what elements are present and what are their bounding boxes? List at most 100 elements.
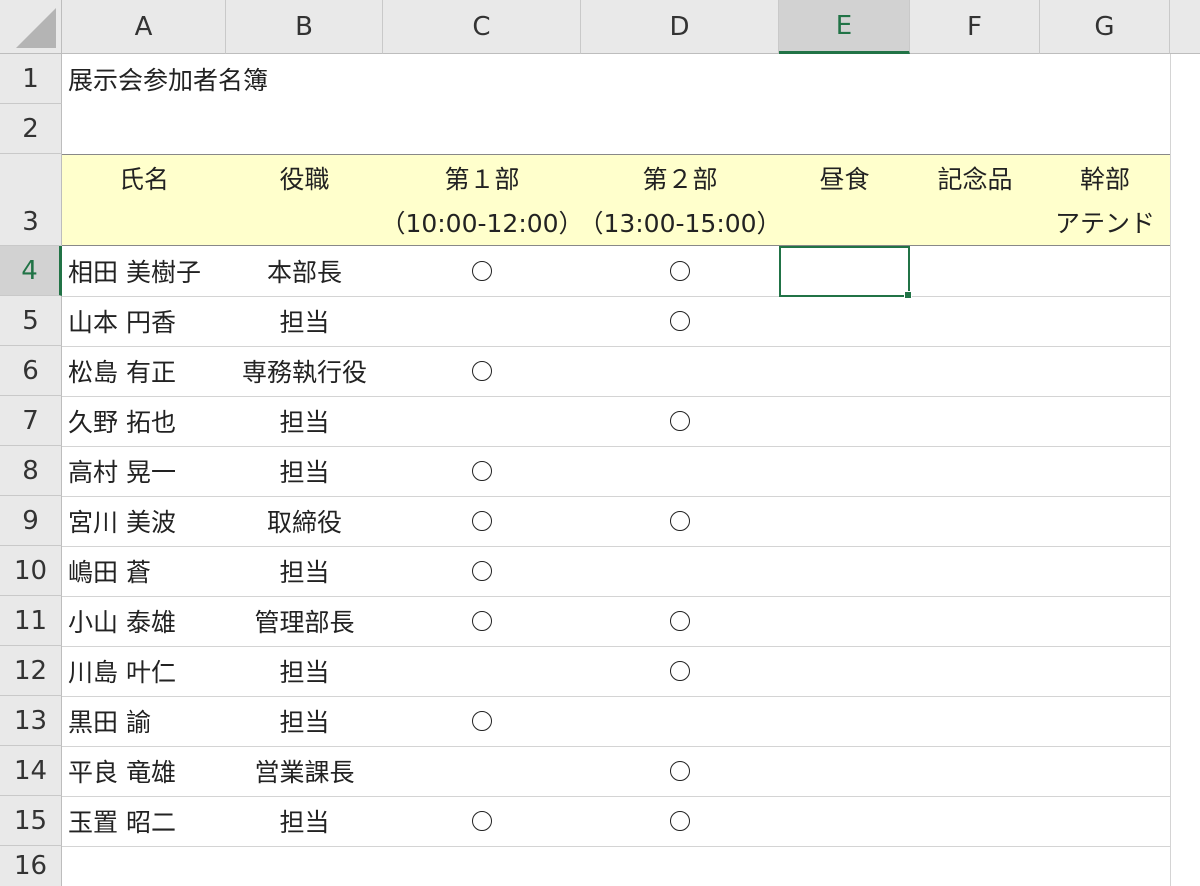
spreadsheet: A B C D E F G 1 2 3 4 5 6 7 8 9 10 11 12…: [0, 0, 1200, 886]
attendance-circle-icon: [670, 261, 690, 281]
cell-position[interactable]: 本部長: [226, 246, 383, 296]
column-header-c[interactable]: C: [383, 0, 581, 54]
cell-position[interactable]: 担当: [226, 696, 383, 746]
cell-session1[interactable]: [383, 396, 581, 446]
row-header-7[interactable]: 7: [0, 396, 62, 446]
cell-session2[interactable]: [581, 646, 779, 696]
cell-session1[interactable]: [383, 596, 581, 646]
cell-name[interactable]: 相田 美樹子: [62, 246, 226, 296]
row-header-14[interactable]: 14: [0, 746, 62, 796]
cell-session1[interactable]: [383, 796, 581, 846]
row-header-11[interactable]: 11: [0, 596, 62, 646]
header-gift-label: 記念品: [937, 165, 1013, 194]
cell-name[interactable]: 黒田 諭: [62, 696, 226, 746]
header-session1[interactable]: 第１部 （10:00-12:00）: [380, 154, 584, 246]
row-header-5[interactable]: 5: [0, 296, 62, 346]
attendance-circle-icon: [472, 461, 492, 481]
attendance-circle-icon: [670, 411, 690, 431]
cell-name[interactable]: 平良 竜雄: [62, 746, 226, 796]
cell-session1[interactable]: [383, 296, 581, 346]
cell-name[interactable]: 久野 拓也: [62, 396, 226, 446]
attendance-circle-icon: [670, 761, 690, 781]
header-gift[interactable]: 記念品: [910, 154, 1040, 246]
header-exec-line1: 幹部: [1079, 165, 1130, 194]
select-all-triangle-icon: [16, 8, 56, 48]
column-header-b[interactable]: B: [226, 0, 383, 54]
cell-session2[interactable]: [581, 546, 779, 596]
cell-session2[interactable]: [581, 696, 779, 746]
row-header-3[interactable]: 3: [0, 154, 62, 246]
cell-session2[interactable]: [581, 746, 779, 796]
cell-session1[interactable]: [383, 346, 581, 396]
row-header-8[interactable]: 8: [0, 446, 62, 496]
cell-name[interactable]: 山本 円香: [62, 296, 226, 346]
attendance-circle-icon: [670, 311, 690, 331]
attendance-circle-icon: [472, 561, 492, 581]
cell-session1[interactable]: [383, 246, 581, 296]
column-header-g[interactable]: G: [1040, 0, 1170, 54]
header-session1-line2: （10:00-12:00）: [380, 209, 584, 238]
header-lunch-label: 昼食: [819, 165, 870, 194]
cell-name[interactable]: 嶋田 蒼: [62, 546, 226, 596]
attendance-circle-icon: [472, 711, 492, 731]
attendance-circle-icon: [472, 261, 492, 281]
header-exec[interactable]: 幹部 アテンド: [1040, 154, 1170, 246]
column-header-a[interactable]: A: [62, 0, 226, 54]
cell-session1[interactable]: [383, 696, 581, 746]
row-header-4[interactable]: 4: [0, 246, 62, 296]
attendance-circle-icon: [670, 661, 690, 681]
selected-cell-e4[interactable]: [779, 246, 912, 299]
row-header-9[interactable]: 9: [0, 496, 62, 546]
header-exec-line2: アテンド: [1054, 209, 1155, 238]
row-header-1[interactable]: 1: [0, 54, 62, 104]
cell-session1[interactable]: [383, 646, 581, 696]
cell-position[interactable]: 担当: [226, 446, 383, 496]
header-position[interactable]: 役職: [226, 154, 383, 246]
row-header-10[interactable]: 10: [0, 546, 62, 596]
cell-session2[interactable]: [581, 796, 779, 846]
row-header-2[interactable]: 2: [0, 104, 62, 154]
header-name[interactable]: 氏名: [62, 154, 226, 246]
cell-session1[interactable]: [383, 746, 581, 796]
cell-session2[interactable]: [581, 346, 779, 396]
cell-name[interactable]: 宮川 美波: [62, 496, 226, 546]
cell-position[interactable]: 担当: [226, 546, 383, 596]
row-header-12[interactable]: 12: [0, 646, 62, 696]
cell-name[interactable]: 川島 叶仁: [62, 646, 226, 696]
cell-position[interactable]: 営業課長: [226, 746, 383, 796]
cell-position[interactable]: 担当: [226, 396, 383, 446]
cell-session1[interactable]: [383, 496, 581, 546]
row-header-15[interactable]: 15: [0, 796, 62, 846]
fill-handle[interactable]: [904, 291, 912, 299]
cell-session2[interactable]: [581, 396, 779, 446]
row-header-13[interactable]: 13: [0, 696, 62, 746]
cell-position[interactable]: 担当: [226, 646, 383, 696]
header-lunch[interactable]: 昼食: [779, 154, 910, 246]
column-header-e[interactable]: E: [779, 0, 910, 54]
cell-session2[interactable]: [581, 446, 779, 496]
header-session2[interactable]: 第２部 （13:00-15:00）: [578, 154, 781, 246]
select-all-corner[interactable]: [0, 0, 62, 54]
row-header-16[interactable]: 16: [0, 846, 62, 886]
cell-session1[interactable]: [383, 446, 581, 496]
cell-position[interactable]: 担当: [226, 296, 383, 346]
cell-session2[interactable]: [581, 496, 779, 546]
column-header-d[interactable]: D: [581, 0, 779, 54]
cell-name[interactable]: 小山 泰雄: [62, 596, 226, 646]
cell-name[interactable]: 松島 有正: [62, 346, 226, 396]
cell-name[interactable]: 玉置 昭二: [62, 796, 226, 846]
cell-position[interactable]: 担当: [226, 796, 383, 846]
cell-session2[interactable]: [581, 296, 779, 346]
gridline: [62, 846, 1170, 847]
cell-name[interactable]: 高村 晃一: [62, 446, 226, 496]
column-header-overflow: [1170, 0, 1200, 54]
cell-session2[interactable]: [581, 596, 779, 646]
sheet-title[interactable]: 展示会参加者名簿: [62, 54, 462, 104]
cell-session1[interactable]: [383, 546, 581, 596]
cell-session2[interactable]: [581, 246, 779, 296]
column-header-f[interactable]: F: [910, 0, 1040, 54]
cell-position[interactable]: 専務執行役: [226, 346, 383, 396]
cell-position[interactable]: 取締役: [226, 496, 383, 546]
cell-position[interactable]: 管理部長: [226, 596, 383, 646]
row-header-6[interactable]: 6: [0, 346, 62, 396]
